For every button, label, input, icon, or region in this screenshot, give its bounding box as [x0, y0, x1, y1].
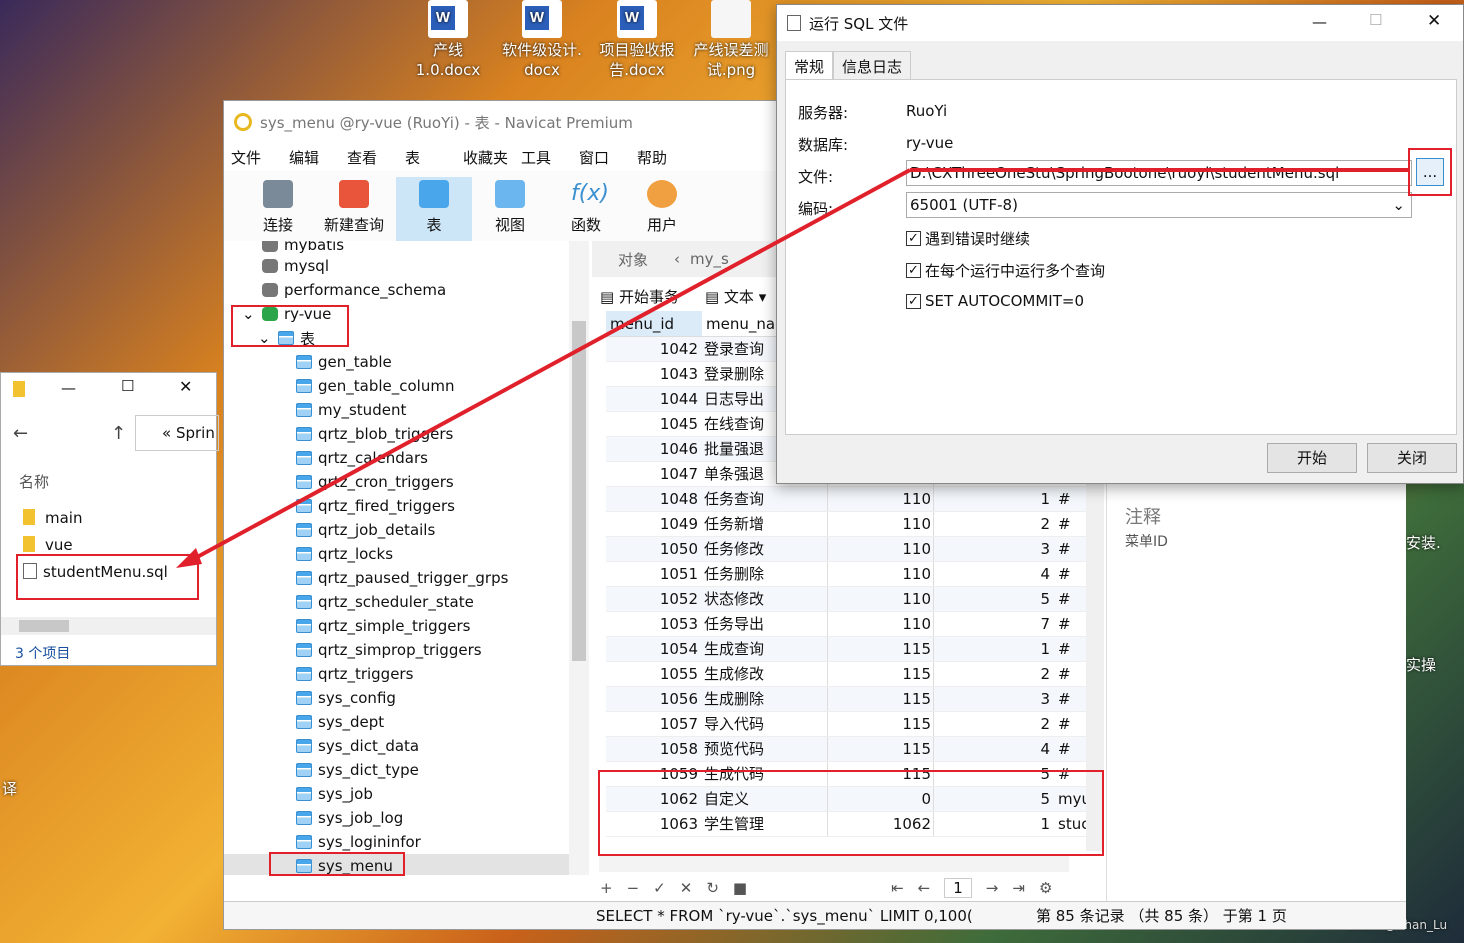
arrow-line	[187, 168, 911, 564]
arrow-head	[176, 548, 202, 568]
annotation-arrows	[176, 168, 1410, 568]
